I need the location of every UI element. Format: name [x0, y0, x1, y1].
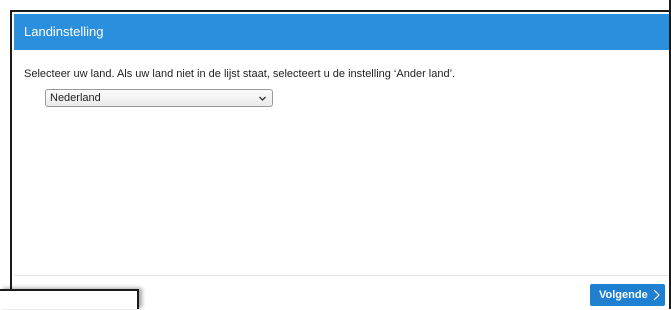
dialog-title: Landinstelling	[24, 24, 104, 39]
chevron-right-icon	[653, 289, 660, 301]
screen: Landinstelling Selecteer uw land. Als uw…	[0, 0, 671, 310]
dialog-content: Selecteer uw land. Als uw land niet in d…	[14, 50, 669, 275]
instruction-text: Selecteer uw land. Als uw land niet in d…	[24, 68, 456, 80]
country-settings-dialog: Landinstelling Selecteer uw land. Als uw…	[10, 10, 669, 310]
next-button[interactable]: Volgende	[590, 284, 665, 306]
overlapping-panel	[0, 289, 139, 309]
country-select[interactable]: Nederland	[45, 89, 273, 107]
chevron-down-icon	[259, 96, 266, 101]
country-select-value: Nederland	[50, 92, 101, 104]
dialog-titlebar: Landinstelling	[14, 14, 669, 50]
next-button-label: Volgende	[599, 289, 648, 301]
